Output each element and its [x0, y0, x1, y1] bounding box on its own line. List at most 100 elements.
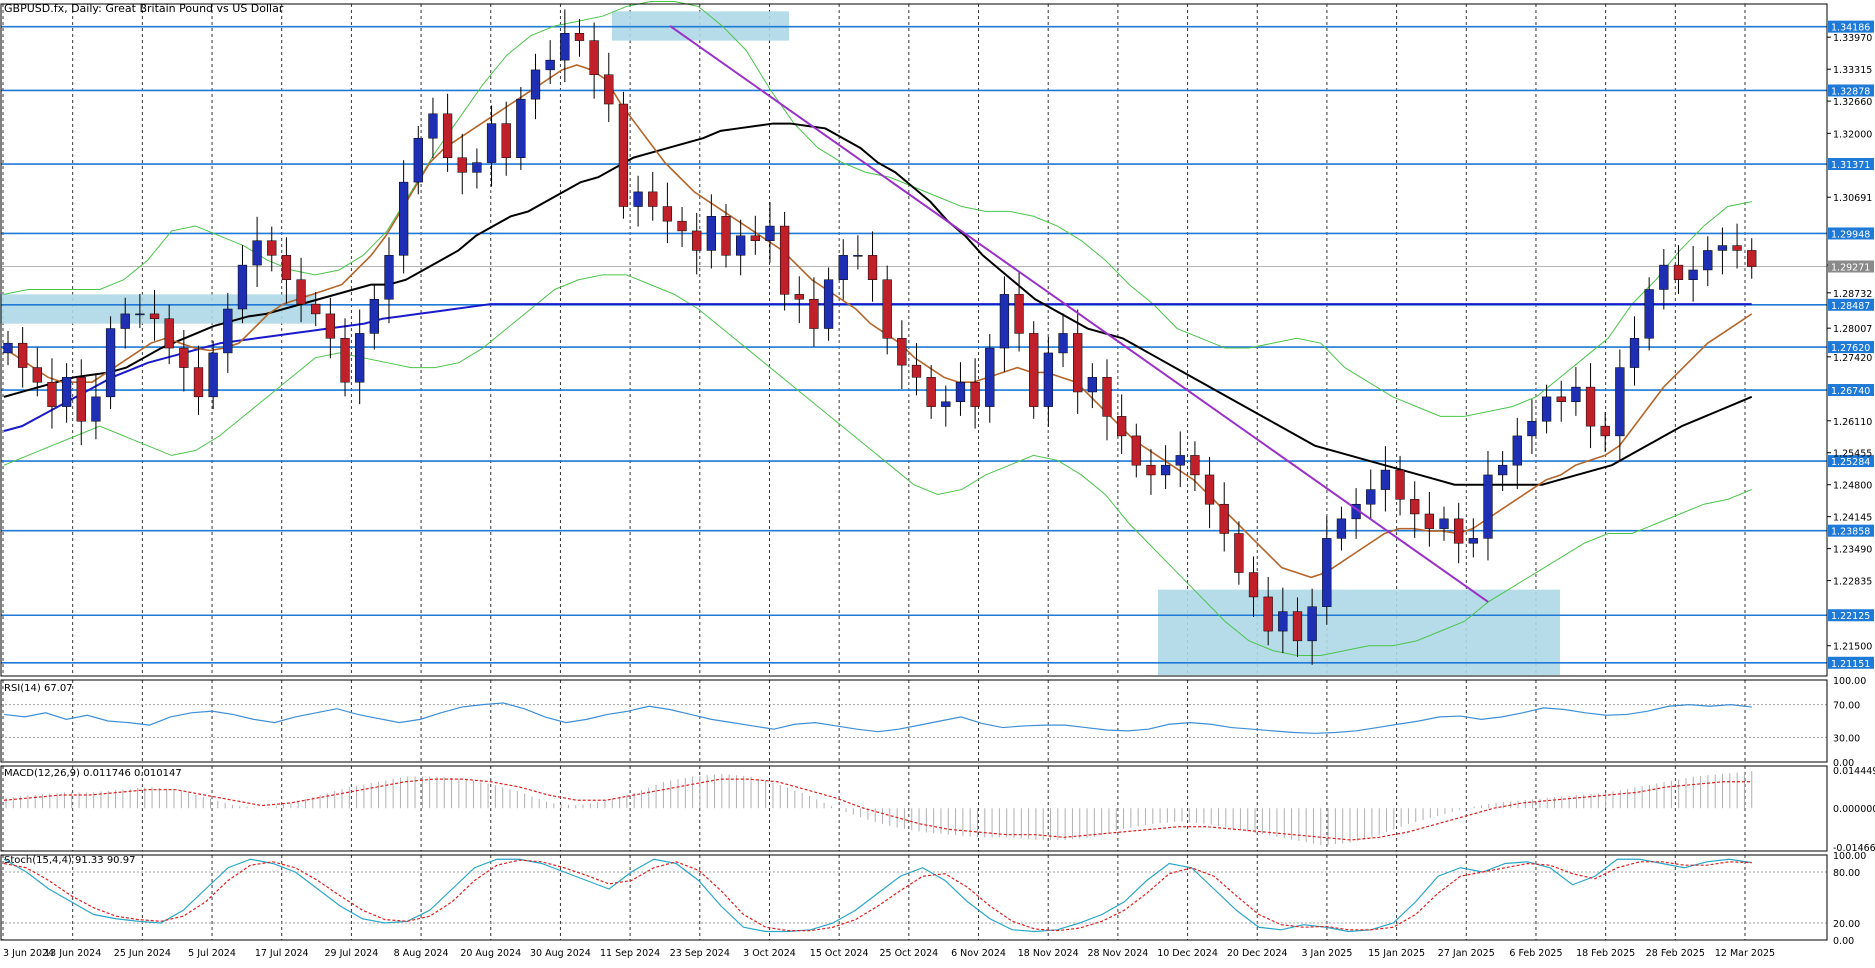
price-tick-label: 1.26110 [1833, 417, 1872, 428]
candle-bear [1424, 513, 1435, 529]
candle-bear [267, 240, 277, 256]
candle-bear [1263, 596, 1273, 632]
level-label: 1.31371 [1831, 160, 1870, 171]
candle-bull [516, 98, 526, 158]
price-tick-label: 1.25455 [1833, 449, 1872, 460]
candle-bear [1234, 533, 1244, 573]
macd-tick-label: 0.014449 [1833, 766, 1875, 777]
candle-bear [970, 381, 980, 407]
candle-bear [296, 279, 306, 305]
price-tick-label: 1.24800 [1833, 481, 1872, 492]
level-label: 1.28487 [1831, 301, 1870, 312]
candle-bull [369, 299, 379, 334]
candle-bull [486, 123, 497, 163]
candle-bull [1688, 269, 1698, 280]
candle-bull [1058, 333, 1068, 354]
date-label: 8 Aug 2024 [394, 948, 449, 959]
date-label: 29 Jul 2024 [325, 948, 379, 959]
candle-bull [1629, 338, 1640, 368]
rsi-tick-label: 30.00 [1833, 733, 1860, 744]
candle-bear [1146, 464, 1156, 476]
candle-bull [633, 191, 643, 207]
date-label: 20 Dec 2024 [1227, 948, 1288, 959]
candle-bull [1659, 264, 1669, 290]
candle-bear [1395, 469, 1405, 500]
candle-bull [223, 308, 233, 354]
candle-bull [545, 59, 555, 71]
macd-tick-label: 0.000000 [1833, 804, 1875, 815]
date-label: 11 Sep 2024 [600, 948, 660, 959]
candle-bear [618, 103, 629, 207]
zone-box [0, 294, 315, 324]
candle-bull [1497, 464, 1508, 476]
candle-bull [1087, 377, 1097, 393]
level-label: 1.23858 [1831, 527, 1870, 538]
candle-bear [325, 313, 336, 339]
candle-bear [1585, 386, 1596, 427]
date-label: 28 Feb 2025 [1646, 948, 1705, 959]
date-label: 25 Jun 2024 [114, 948, 171, 959]
candle-bear [809, 299, 819, 329]
rsi-tick-label: 100.00 [1833, 676, 1866, 687]
candle-bull [413, 137, 423, 183]
price-chart[interactable]: GBPUSD.fx, Daily: Great Britain Pound vs… [0, 0, 1875, 964]
candle-bull [252, 240, 262, 266]
date-label: 13 Jun 2024 [44, 948, 101, 959]
candle-bear [1556, 396, 1566, 402]
candle-bull [941, 401, 951, 407]
candle-bear [18, 342, 28, 368]
candle-bear [164, 318, 174, 349]
candle-bull [1703, 250, 1713, 271]
rsi-label: RSI(14) 67.07 [4, 683, 73, 694]
candle-bear [1073, 333, 1083, 393]
stoch-tick-label: 80.00 [1833, 868, 1860, 879]
stoch-label: Stoch(15,4,4) 91.33 90.97 [4, 855, 135, 866]
candle-bear [340, 338, 350, 383]
price-tick-label: 1.28732 [1833, 289, 1872, 300]
candle-bull [1527, 421, 1537, 437]
candle-bull [3, 342, 13, 354]
candle-bear [311, 303, 321, 315]
chart-root[interactable]: GBPUSD.fx, Daily: Great Britain Pound vs… [0, 0, 1875, 964]
candle-bull [105, 328, 116, 398]
level-label: 1.29948 [1831, 229, 1870, 240]
stoch-tick-label: 100.00 [1833, 851, 1866, 862]
candle-bear [589, 40, 599, 76]
candle-bull [1366, 489, 1376, 505]
candle-bull [1439, 518, 1449, 529]
date-label: 15 Jan 2025 [1368, 948, 1425, 959]
candle-bear [1014, 294, 1024, 334]
date-label: 20 Aug 2024 [460, 948, 521, 959]
price-tick-label: 1.33970 [1833, 33, 1872, 44]
macd-label: MACD(12,26,9) 0.011746 0.010147 [4, 768, 182, 779]
candle-bull [398, 181, 409, 256]
date-label: 28 Nov 2024 [1087, 948, 1148, 959]
date-label: 3 Jan 2025 [1301, 948, 1352, 959]
stoch-tick-label: 0.00 [1833, 936, 1854, 947]
date-label: 27 Jan 2025 [1438, 948, 1495, 959]
candle-bear [911, 364, 922, 378]
candle-bear [662, 206, 673, 222]
price-tick-label: 1.28007 [1833, 324, 1872, 335]
candle-bear [750, 235, 760, 241]
candle-bear [1219, 503, 1229, 534]
level-label: 1.22125 [1831, 611, 1870, 622]
candle-bear [457, 157, 467, 173]
price-tick-label: 1.30691 [1833, 193, 1872, 204]
date-label: 10 Dec 2024 [1157, 948, 1218, 959]
price-tick-label: 1.21500 [1833, 642, 1872, 653]
candle-bear [692, 230, 702, 251]
candle-bull [1571, 386, 1581, 402]
level-label: 1.26740 [1831, 386, 1870, 397]
candle-bear [604, 74, 614, 105]
price-tick-label: 1.22835 [1833, 577, 1872, 588]
candle-bull [1468, 538, 1478, 544]
candle-bear [1204, 474, 1215, 505]
candle-bull [955, 381, 966, 402]
price-tick-label: 1.32660 [1833, 97, 1872, 108]
candle-bull [1175, 455, 1185, 466]
candle-bear [47, 381, 57, 407]
candle-bear [882, 279, 892, 339]
rsi-tick-label: 70.00 [1833, 701, 1860, 712]
candle-bull [91, 396, 101, 422]
